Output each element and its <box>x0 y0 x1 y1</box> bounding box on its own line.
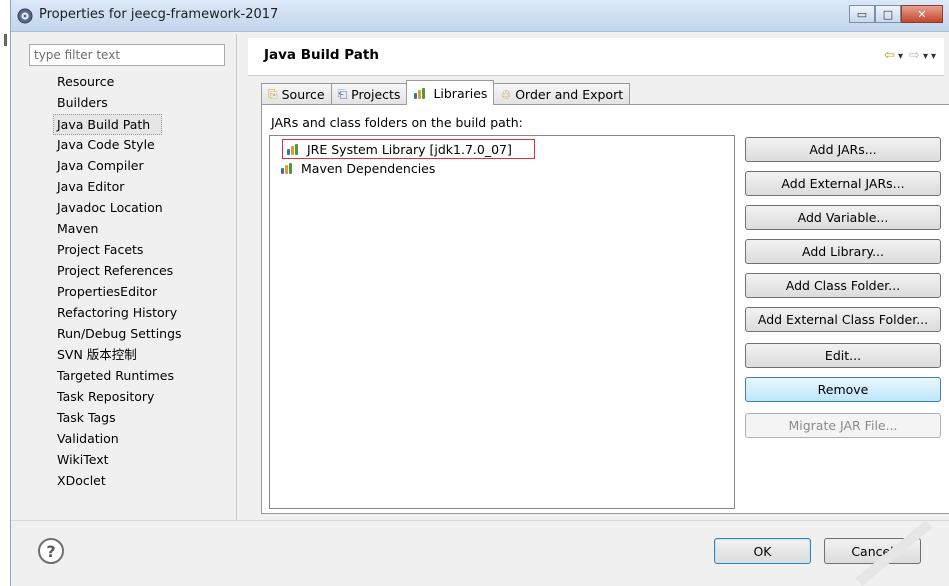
source-folder-icon: ⎘ <box>268 87 278 101</box>
ok-button[interactable]: OK <box>714 538 811 564</box>
page-header: Java Build Path ⇦ ▾ ⇨ ▾ ▾ <box>248 38 944 76</box>
sidebar-item[interactable]: PropertiesEditor <box>53 282 233 303</box>
forward-arrow-icon[interactable]: ⇨ <box>909 48 920 63</box>
sidebar-divider[interactable] <box>236 34 237 520</box>
sidebar-item[interactable]: Refactoring History <box>53 303 233 324</box>
sidebar-item[interactable]: Validation <box>53 429 233 450</box>
tab-projects[interactable]: ⎗ Projects <box>330 83 408 105</box>
list-item-label: Maven Dependencies <box>301 160 436 176</box>
add-external-class-folder-button[interactable]: Add External Class Folder... <box>745 307 941 332</box>
filter-input[interactable] <box>29 44 225 66</box>
order-export-icon: ♲ <box>500 87 512 102</box>
tab-label: Order and Export <box>515 87 624 102</box>
sidebar-item[interactable]: Javadoc Location <box>53 198 233 219</box>
sidebar-item[interactable]: Run/Debug Settings <box>53 324 233 345</box>
background-window-edge <box>0 0 10 586</box>
edit-button[interactable]: Edit... <box>745 343 941 368</box>
add-class-folder-button[interactable]: Add Class Folder... <box>745 273 941 298</box>
back-dropdown-icon[interactable]: ▾ <box>898 51 903 63</box>
list-item-jre-system-library[interactable]: JRE System Library [jdk1.7.0_07] <box>282 139 535 159</box>
page-navigation: ⇦ ▾ ⇨ ▾ ▾ <box>884 48 936 63</box>
tab-libraries[interactable]: Libraries <box>406 80 495 105</box>
window-controls: ▭ □ ✕ <box>849 5 943 23</box>
sidebar-item[interactable]: WikiText <box>53 450 233 471</box>
sidebar-item[interactable]: Java Editor <box>53 177 233 198</box>
page-title: Java Build Path <box>264 47 379 63</box>
add-external-jars-button[interactable]: Add External JARs... <box>745 171 941 196</box>
minimize-icon: ▭ <box>856 7 868 21</box>
sidebar-item[interactable]: Task Repository <box>53 387 233 408</box>
close-icon: ✕ <box>917 7 927 21</box>
sidebar-item[interactable]: Task Tags <box>53 408 233 429</box>
view-menu-icon[interactable]: ▾ <box>931 51 936 63</box>
tab-label: Libraries <box>433 85 488 101</box>
cancel-button[interactable]: Cancel <box>824 538 921 564</box>
tab-label: Projects <box>351 87 401 102</box>
libraries-list[interactable]: JRE System Library [jdk1.7.0_07] Maven D… <box>269 135 735 509</box>
footer-divider <box>11 520 949 521</box>
maximize-icon: □ <box>882 7 894 21</box>
sidebar-item[interactable]: Builders <box>53 93 233 114</box>
list-item-label: JRE System Library [jdk1.7.0_07] <box>307 141 512 157</box>
back-arrow-icon[interactable]: ⇦ <box>884 48 895 63</box>
sidebar-item[interactable]: Resource <box>53 72 233 93</box>
sidebar-item[interactable]: SVN 版本控制 <box>53 345 233 366</box>
build-path-tabs: ⎘ Source ⎗ Projects Libraries ♲ Order an… <box>261 80 631 105</box>
migrate-jar-button[interactable]: Migrate JAR File... <box>745 413 941 438</box>
sidebar-item[interactable]: Java Code Style <box>53 135 233 156</box>
sidebar-item[interactable]: Targeted Runtimes <box>53 366 233 387</box>
add-variable-button[interactable]: Add Variable... <box>745 205 941 230</box>
forward-dropdown-icon[interactable]: ▾ <box>923 51 928 63</box>
help-icon[interactable]: ? <box>38 538 64 564</box>
sidebar-item[interactable]: Java Compiler <box>53 156 233 177</box>
library-actions: Add JARs... Add External JARs... Add Var… <box>745 137 943 447</box>
window-title: Properties for jeecg-framework-2017 <box>39 7 279 22</box>
close-button[interactable]: ✕ <box>901 5 943 23</box>
libraries-caption: JARs and class folders on the build path… <box>271 115 523 130</box>
tab-source[interactable]: ⎘ Source <box>261 83 332 105</box>
list-item-maven-dependencies[interactable]: Maven Dependencies <box>280 159 435 177</box>
libraries-tab-content: JARs and class folders on the build path… <box>261 104 949 514</box>
sidebar-item[interactable]: Java Build Path <box>53 114 162 135</box>
property-page-tree: Resource Builders Java Build Path Java Code… <box>53 72 233 492</box>
remove-button[interactable]: Remove <box>745 377 941 402</box>
library-jar-icon <box>286 142 302 156</box>
projects-folder-icon: ⎗ <box>337 87 348 101</box>
sidebar-item[interactable]: Project Facets <box>53 240 233 261</box>
libraries-icon <box>413 86 429 100</box>
add-jars-button[interactable]: Add JARs... <box>745 137 941 162</box>
sidebar-item[interactable]: Maven <box>53 219 233 240</box>
eclipse-properties-icon <box>17 8 33 24</box>
background-scrollbar-fragment <box>4 34 7 46</box>
sidebar-item[interactable]: Project References <box>53 261 233 282</box>
tab-label: Source <box>281 87 325 102</box>
tab-order-and-export[interactable]: ♲ Order and Export <box>493 83 631 105</box>
add-library-button[interactable]: Add Library... <box>745 239 941 264</box>
sidebar-item[interactable]: XDoclet <box>53 471 233 492</box>
library-jar-icon <box>280 161 296 175</box>
maximize-button[interactable]: □ <box>875 5 901 23</box>
title-bar[interactable]: Properties for jeecg-framework-2017 ▭ □ … <box>11 0 949 32</box>
minimize-button[interactable]: ▭ <box>849 5 875 23</box>
properties-dialog: Properties for jeecg-framework-2017 ▭ □ … <box>10 0 949 586</box>
